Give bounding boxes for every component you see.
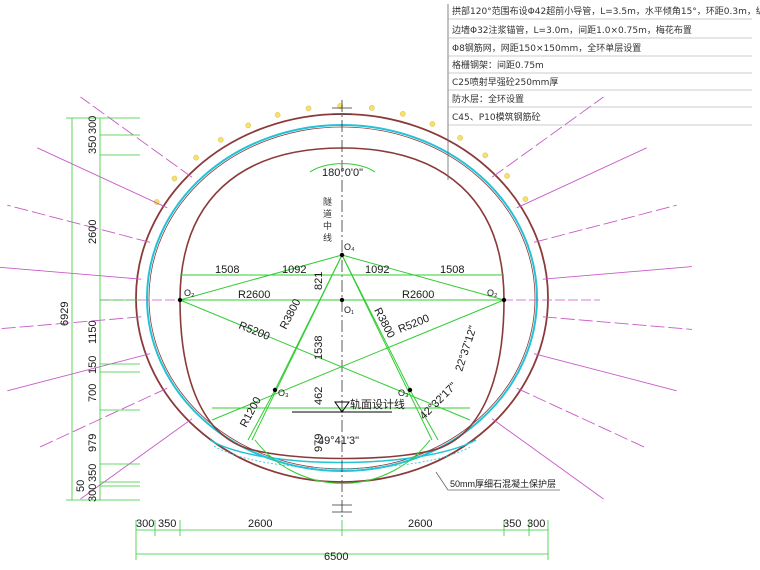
o2-left-point bbox=[177, 297, 183, 303]
left-dim-150: 150 bbox=[87, 356, 99, 374]
note-line-7: C45、P10模筑钢筋砼 bbox=[452, 111, 541, 123]
dim-h-right-outer: 1508 bbox=[440, 264, 464, 276]
bottom-dim-300-right: 300 bbox=[527, 518, 545, 530]
o1-point bbox=[339, 297, 345, 303]
left-dim-total: 6929 bbox=[59, 302, 71, 326]
note-line-3: Φ8钢筋网，网距150×150mm，全环单层设置 bbox=[452, 42, 641, 54]
left-dim-2600: 2600 bbox=[87, 220, 99, 244]
dim-v-462: 462 bbox=[313, 387, 325, 405]
anchor-rod bbox=[7, 204, 151, 243]
protect-layer-label: 50mm厚细石混凝土保护层 bbox=[450, 478, 556, 489]
pipe-dot bbox=[274, 112, 281, 118]
o4-point bbox=[339, 252, 345, 258]
pipe-dot bbox=[482, 152, 489, 159]
centerline-label: 隧道中线 bbox=[321, 196, 332, 245]
left-dim-300-top: 300 bbox=[87, 116, 99, 134]
dim-h-left-inner: 1092 bbox=[282, 264, 306, 276]
o3-left-label: O₃ bbox=[278, 388, 289, 398]
o2-left-label: O₂ bbox=[184, 288, 195, 298]
left-dim-300-bot: 300 bbox=[87, 484, 99, 502]
o1-label: O₁ bbox=[344, 305, 354, 315]
pipe-dot bbox=[399, 111, 406, 117]
pipe-dot bbox=[522, 196, 529, 202]
design-line-label: 轨面设计线 bbox=[350, 397, 405, 411]
pipe-dot bbox=[171, 175, 178, 182]
dim-h-right-inner: 1092 bbox=[365, 264, 389, 276]
r-left-2600: R2600 bbox=[238, 289, 270, 301]
protect-layer-leader bbox=[435, 471, 449, 491]
notes-block: 拱部120°范围布设Φ42超前小导管，L=3.5m，水平倾角15°，环距0.3m… bbox=[447, 4, 760, 180]
dim-v-1538: 1538 bbox=[313, 336, 325, 360]
apex-angle-label: 180°0'0" bbox=[322, 167, 363, 179]
anchor-rod bbox=[491, 96, 604, 178]
note-line-4: 格栅钢架：间距0.75m bbox=[452, 59, 544, 71]
left-dim-350-top: 350 bbox=[87, 136, 99, 154]
note-line-5: C25喷射早强砼250mm厚 bbox=[452, 76, 558, 88]
anchor-rod bbox=[0, 266, 142, 280]
dim-h-left-outer: 1508 bbox=[215, 264, 239, 276]
left-dim-lines bbox=[66, 117, 140, 501]
left-dim-1150: 1150 bbox=[87, 320, 99, 344]
pipe-dot bbox=[457, 135, 463, 141]
right-angle-label: 22°37'12" bbox=[453, 324, 479, 373]
tunnel-cross-section-drawing: O₄ O₁ O₂ O₂ O₃ O₃ 180°0'0" 隧道中线 轨面设计线 22… bbox=[0, 4, 760, 563]
o2-right-point bbox=[501, 297, 507, 303]
anchor-rod bbox=[37, 147, 168, 209]
anchor-rod bbox=[533, 204, 677, 243]
anchor-rod bbox=[533, 353, 677, 392]
anchor-rod bbox=[542, 266, 693, 280]
left-dim-700: 700 bbox=[87, 384, 99, 402]
pipe-dot bbox=[429, 121, 436, 127]
anchor-rod bbox=[516, 147, 647, 209]
r-left-5200: R5200 bbox=[237, 320, 272, 343]
pipe-dot bbox=[368, 105, 375, 111]
o3-left-point bbox=[272, 387, 278, 393]
pipe-dot bbox=[193, 154, 199, 161]
bottom-dim-total: 6500 bbox=[324, 551, 348, 563]
r-left-3800: R3800 bbox=[278, 297, 303, 331]
o3-right-label: O₃ bbox=[398, 388, 409, 398]
o2-right-label: O₂ bbox=[487, 288, 498, 298]
left-dim-50: 50 bbox=[75, 480, 87, 492]
pipe-dot bbox=[217, 136, 224, 143]
note-line-2: 边墙Φ32注浆锚管，L=3.0m，间距1.0×0.75m，梅花布置 bbox=[452, 24, 692, 36]
pipe-dot bbox=[245, 122, 252, 129]
left-dim-350-bot: 350 bbox=[87, 464, 99, 482]
o4-label: O₄ bbox=[344, 242, 355, 252]
bottom-dim-350-right: 350 bbox=[503, 518, 521, 530]
note-line-6: 防水层：全环设置 bbox=[452, 93, 524, 105]
note-line-1: 拱部120°范围布设Φ42超前小导管，L=3.5m，水平倾角15°，环距0.3m… bbox=[452, 5, 760, 17]
anchor-rod bbox=[516, 387, 647, 449]
anchor-rod bbox=[542, 316, 693, 330]
dim-v-979-center: 979 bbox=[313, 434, 325, 452]
dim-v-821: 821 bbox=[313, 272, 325, 290]
pipe-dot bbox=[504, 173, 510, 179]
bottom-dim-2600-right: 2600 bbox=[408, 518, 432, 530]
left-dim-979: 979 bbox=[87, 434, 99, 452]
r-right-2600: R2600 bbox=[402, 289, 434, 301]
anchor-rod bbox=[37, 387, 168, 449]
bottom-dim-2600-left: 2600 bbox=[248, 518, 272, 530]
pipe-dot bbox=[305, 105, 312, 112]
bottom-dim-350-left: 350 bbox=[158, 518, 176, 530]
bottom-dim-300-left: 300 bbox=[136, 518, 154, 530]
